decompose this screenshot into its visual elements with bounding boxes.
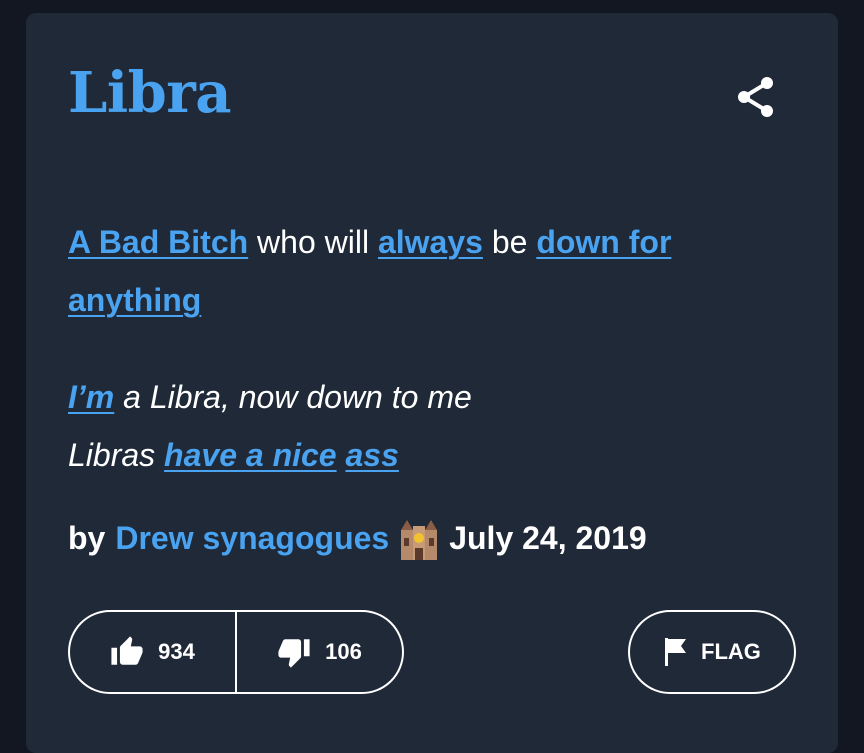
example-text: a Libra, now down to me	[114, 379, 472, 415]
link-a-bad-bitch[interactable]: A Bad Bitch	[68, 224, 248, 260]
downvote-button[interactable]: 106	[237, 612, 402, 692]
vote-buttons: 934 106	[68, 610, 404, 694]
thumbs-up-icon	[111, 636, 143, 665]
example-text: Libras	[68, 437, 165, 473]
link-ass[interactable]: ass	[345, 437, 398, 473]
definition-card: Libra A Bad Bitch who will always be dow…	[26, 13, 838, 753]
link-always[interactable]: always	[378, 224, 483, 260]
author-link[interactable]: Drew synagogues	[115, 513, 389, 563]
byline-by: by	[68, 520, 106, 556]
flag-icon	[665, 638, 687, 666]
definition-meaning: A Bad Bitch who will always be down for …	[68, 213, 788, 329]
upvote-button[interactable]: 934	[70, 612, 235, 692]
synagogue-emoji	[401, 520, 438, 560]
link-im[interactable]: I’m	[68, 379, 114, 415]
flag-button[interactable]: FLAG	[628, 610, 796, 694]
link-have-a-nice[interactable]: have a nice	[164, 437, 337, 473]
definition-example: I’m a Libra, now down to me Libras have …	[68, 368, 788, 484]
post-date: July 24, 2019	[449, 520, 647, 556]
downvote-count: 106	[325, 639, 362, 664]
byline: by Drew synagogues July 24, 2019	[68, 513, 647, 563]
word-title[interactable]: Libra	[68, 58, 232, 128]
meaning-text: who will	[248, 224, 378, 260]
thumbs-down-icon	[278, 639, 310, 668]
share-icon[interactable]	[732, 73, 780, 121]
meaning-text: be	[482, 224, 537, 260]
flag-label: FLAG	[701, 639, 761, 664]
upvote-count: 934	[158, 639, 195, 664]
